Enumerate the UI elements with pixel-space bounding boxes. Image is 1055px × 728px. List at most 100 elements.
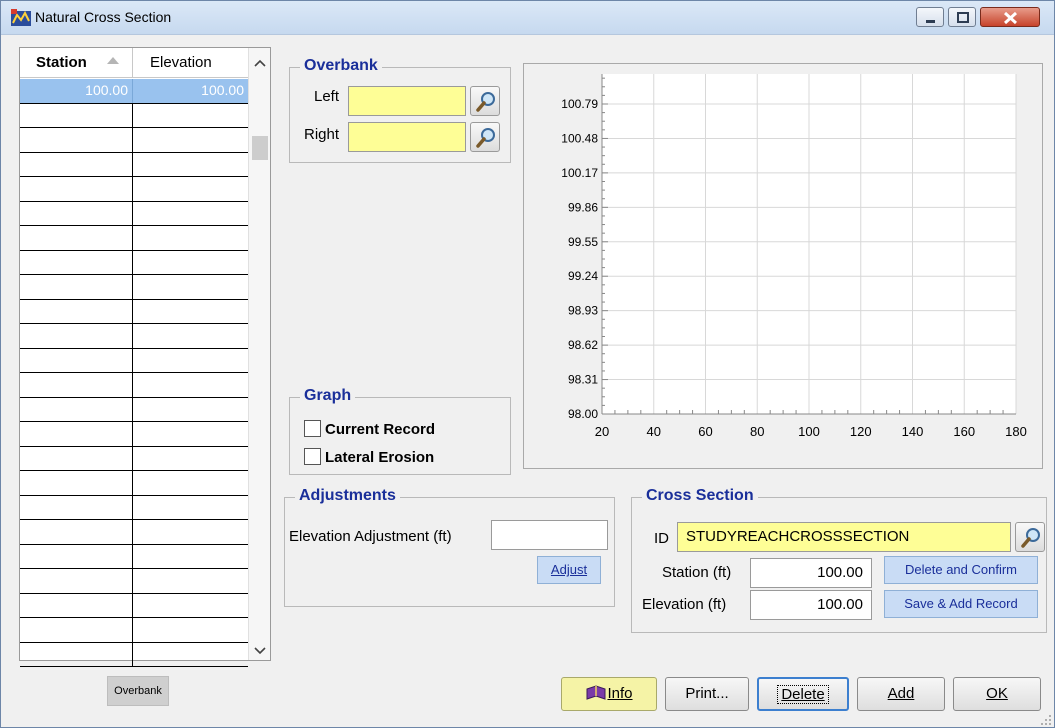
cell-station[interactable] — [20, 422, 133, 446]
cell-elevation[interactable] — [133, 545, 248, 569]
cell-station[interactable] — [20, 446, 133, 470]
table-row[interactable] — [20, 642, 248, 667]
table-row[interactable] — [20, 250, 248, 275]
delete-and-confirm-button[interactable]: Delete and Confirm — [884, 556, 1038, 584]
cell-station[interactable] — [20, 250, 133, 274]
checkbox-box[interactable] — [304, 448, 321, 465]
cell-station[interactable] — [20, 642, 133, 666]
cell-station[interactable] — [20, 397, 133, 421]
maximize-button[interactable] — [948, 7, 976, 27]
minimize-button[interactable] — [916, 7, 944, 27]
cell-elevation[interactable] — [133, 251, 248, 275]
cell-station[interactable] — [20, 544, 133, 568]
cell-station[interactable] — [20, 152, 133, 176]
table-row[interactable] — [20, 495, 248, 520]
cell-elevation[interactable] — [133, 202, 248, 226]
lateral-erosion-checkbox[interactable]: Lateral Erosion — [304, 448, 434, 466]
cell-station[interactable] — [20, 471, 133, 495]
cell-elevation[interactable] — [133, 275, 248, 299]
table-row[interactable] — [20, 103, 248, 128]
cross-section-id-input[interactable]: STUDYREACHCROSSSECTION — [677, 522, 1011, 552]
cell-station[interactable] — [20, 593, 133, 617]
right-overbank-input[interactable] — [348, 122, 466, 152]
cell-elevation[interactable] — [133, 643, 248, 667]
cell-elevation[interactable] — [133, 128, 248, 152]
station-elevation-table[interactable]: Station Elevation 100.00 100.00 — [19, 47, 271, 667]
save-and-add-record-button[interactable]: Save & Add Record — [884, 590, 1038, 618]
cell-elevation[interactable] — [133, 349, 248, 373]
cell-elevation[interactable] — [133, 520, 248, 544]
cell-elevation[interactable] — [133, 226, 248, 250]
elevation-input[interactable]: 100.00 — [750, 590, 872, 620]
checkbox-box[interactable] — [304, 420, 321, 437]
scroll-thumb[interactable] — [252, 136, 268, 160]
cell-elevation[interactable] — [133, 569, 248, 593]
table-row[interactable] — [20, 299, 248, 324]
table-row[interactable] — [20, 348, 248, 373]
table-row[interactable] — [20, 520, 248, 545]
close-button[interactable] — [980, 7, 1040, 27]
right-lookup-button[interactable] — [470, 122, 500, 152]
table-row[interactable] — [20, 544, 248, 569]
cell-elevation[interactable] — [133, 471, 248, 495]
table-row[interactable] — [20, 373, 248, 398]
delete-button[interactable]: Delete — [757, 677, 849, 711]
cell-station[interactable] — [20, 373, 133, 397]
table-row[interactable] — [20, 471, 248, 496]
left-lookup-button[interactable] — [470, 86, 500, 116]
table-row-selected[interactable]: 100.00 100.00 — [20, 79, 248, 104]
cell-station[interactable] — [20, 569, 133, 593]
add-button[interactable]: Add — [857, 677, 945, 711]
cell-station[interactable] — [20, 348, 133, 372]
table-row[interactable] — [20, 226, 248, 251]
cell-station[interactable] — [20, 103, 133, 127]
table-row[interactable] — [20, 275, 248, 300]
scroll-up-icon[interactable] — [249, 56, 271, 70]
cell-elevation[interactable] — [133, 300, 248, 324]
info-button[interactable]: Info — [561, 677, 657, 711]
cell-elevation[interactable] — [133, 618, 248, 642]
cell-station[interactable] — [20, 177, 133, 201]
cell-elevation[interactable] — [133, 398, 248, 422]
table-row[interactable] — [20, 422, 248, 447]
cell-elevation[interactable]: 100.00 — [133, 79, 248, 103]
cell-elevation[interactable] — [133, 422, 248, 446]
cell-elevation[interactable] — [133, 153, 248, 177]
column-header-station[interactable]: Station — [36, 54, 87, 71]
cell-elevation[interactable] — [133, 447, 248, 471]
cell-elevation[interactable] — [133, 324, 248, 348]
station-input[interactable]: 100.00 — [750, 558, 872, 588]
cell-station[interactable] — [20, 275, 133, 299]
cell-station[interactable] — [20, 299, 133, 323]
cell-station[interactable] — [20, 128, 133, 152]
cell-elevation[interactable] — [133, 104, 248, 128]
left-overbank-input[interactable] — [348, 86, 466, 116]
table-row[interactable] — [20, 201, 248, 226]
cell-elevation[interactable] — [133, 373, 248, 397]
overbank-side-button[interactable]: Overbank — [107, 676, 169, 706]
cell-elevation[interactable] — [133, 177, 248, 201]
cell-station[interactable] — [20, 495, 133, 519]
table-row[interactable] — [20, 618, 248, 643]
cell-elevation[interactable] — [133, 594, 248, 618]
title-bar[interactable]: Natural Cross Section — [1, 1, 1054, 35]
table-row[interactable] — [20, 446, 248, 471]
adjust-button[interactable]: Adjust — [537, 556, 601, 584]
cell-elevation[interactable] — [133, 496, 248, 520]
current-record-checkbox[interactable]: Current Record — [304, 420, 435, 438]
elevation-adjustment-input[interactable] — [491, 520, 608, 550]
cell-station[interactable] — [20, 324, 133, 348]
id-lookup-button[interactable] — [1015, 522, 1045, 552]
table-row[interactable] — [20, 569, 248, 594]
print-button[interactable]: Print... — [665, 677, 749, 711]
cell-station[interactable] — [20, 201, 133, 225]
table-row[interactable] — [20, 128, 248, 153]
scroll-down-icon[interactable] — [249, 644, 271, 658]
table-row[interactable] — [20, 152, 248, 177]
table-row[interactable] — [20, 593, 248, 618]
table-row[interactable] — [20, 324, 248, 349]
cell-station[interactable] — [20, 520, 133, 544]
cell-station[interactable] — [20, 226, 133, 250]
table-scrollbar[interactable] — [248, 48, 270, 660]
table-row[interactable] — [20, 177, 248, 202]
